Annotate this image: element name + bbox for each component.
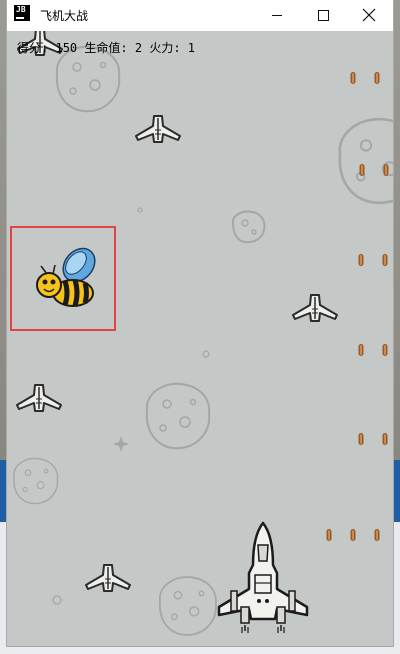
enemy-bullet-icon — [358, 254, 364, 266]
enemy-bullet-icon — [358, 344, 364, 356]
game-scene — [13, 31, 393, 636]
minimize-icon — [272, 15, 282, 16]
score-value: 150 — [55, 41, 78, 55]
firepower-value: 1 — [187, 41, 196, 55]
enemy-bullet-icon — [382, 344, 388, 356]
asteroid-icon — [55, 45, 121, 113]
enemy-bullet-icon — [326, 529, 332, 541]
asteroid-icon — [338, 117, 393, 205]
app-icon: JB — [14, 5, 30, 21]
enemy-bullet-icon — [382, 433, 388, 445]
enemy-plane-icon — [135, 115, 181, 143]
minimize-button[interactable] — [254, 0, 300, 31]
firepower-label: 火力: — [149, 41, 181, 55]
enemy-plane-icon — [85, 564, 131, 592]
asteroid-icon — [231, 210, 266, 244]
close-button[interactable] — [346, 0, 392, 31]
hud-status: 得分: 150 生命值: 2 火力: 1 — [17, 39, 195, 56]
maximize-button[interactable] — [300, 0, 346, 31]
enemy-bullet-icon — [350, 72, 356, 84]
app-icon-text: JB — [16, 5, 26, 14]
life-value: 2 — [134, 41, 143, 55]
game-canvas[interactable]: 得分: 150 生命值: 2 火力: 1 — [7, 31, 393, 646]
game-window: JB 飞机大战 得分: 150 生命值: 2 火力: 1 — [7, 0, 393, 646]
score-label: 得分: — [17, 41, 49, 55]
enemy-bullet-icon — [382, 254, 388, 266]
window-title: 飞机大战 — [40, 9, 89, 23]
title-bar[interactable]: JB 飞机大战 — [7, 0, 393, 31]
bee-highlight-box — [10, 226, 116, 331]
asteroid-icon — [13, 457, 59, 505]
maximize-icon — [318, 10, 329, 21]
hero-plane-icon — [217, 521, 309, 633]
life-label: 生命值: — [84, 41, 128, 55]
enemy-bullet-icon — [374, 72, 380, 84]
enemy-bullet-icon — [383, 164, 389, 176]
asteroid-icon — [145, 382, 211, 450]
enemy-plane-icon — [16, 384, 62, 412]
enemy-bullet-icon — [350, 529, 356, 541]
enemy-bullet-icon — [359, 164, 365, 176]
close-icon — [362, 8, 376, 22]
enemy-bullet-icon — [374, 529, 380, 541]
enemy-plane-icon — [292, 294, 338, 322]
enemy-bullet-icon — [358, 433, 364, 445]
asteroid-icon — [158, 576, 217, 636]
